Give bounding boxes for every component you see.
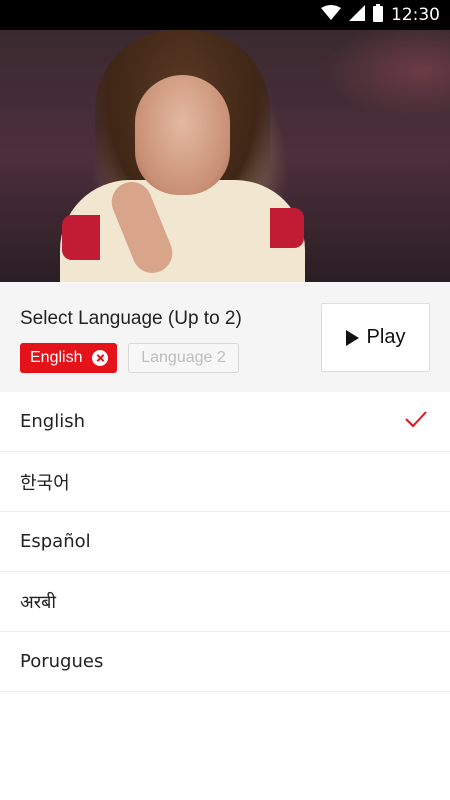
status-bar: 12:30	[0, 0, 450, 30]
play-button[interactable]: Play	[321, 303, 430, 372]
signal-icon	[349, 4, 365, 26]
language-option-portuguese[interactable]: Porugues	[0, 632, 450, 692]
video-frame-detail	[135, 75, 230, 195]
play-icon	[345, 329, 359, 346]
wifi-icon	[321, 4, 341, 26]
battery-icon	[373, 3, 383, 27]
selected-language-label: English	[30, 349, 83, 366]
language-option-korean[interactable]: 한국어	[0, 452, 450, 512]
empty-language-chip[interactable]: Language 2	[128, 343, 239, 373]
remove-chip-icon[interactable]	[92, 350, 108, 366]
language-option-label: 한국어	[20, 472, 70, 494]
play-button-label: Play	[366, 326, 406, 348]
video-frame-detail	[270, 208, 304, 248]
language-selector-title: Select Language (Up to 2)	[20, 308, 242, 329]
video-player[interactable]	[0, 30, 450, 282]
selected-language-chip[interactable]: English	[20, 343, 117, 373]
language-option-arabic[interactable]: अरबी	[0, 572, 450, 632]
language-option-label: English	[20, 411, 85, 432]
language-list: English 한국어 Español अरबी Porugues	[0, 392, 450, 692]
language-option-spanish[interactable]: Español	[0, 512, 450, 572]
language-option-label: अरबी	[20, 591, 57, 613]
video-frame-detail	[62, 215, 100, 260]
language-option-label: Porugues	[20, 651, 104, 672]
status-time: 12:30	[391, 5, 440, 25]
language-option-label: Español	[20, 531, 91, 552]
language-option-english[interactable]: English	[0, 392, 450, 452]
check-icon	[404, 409, 428, 434]
